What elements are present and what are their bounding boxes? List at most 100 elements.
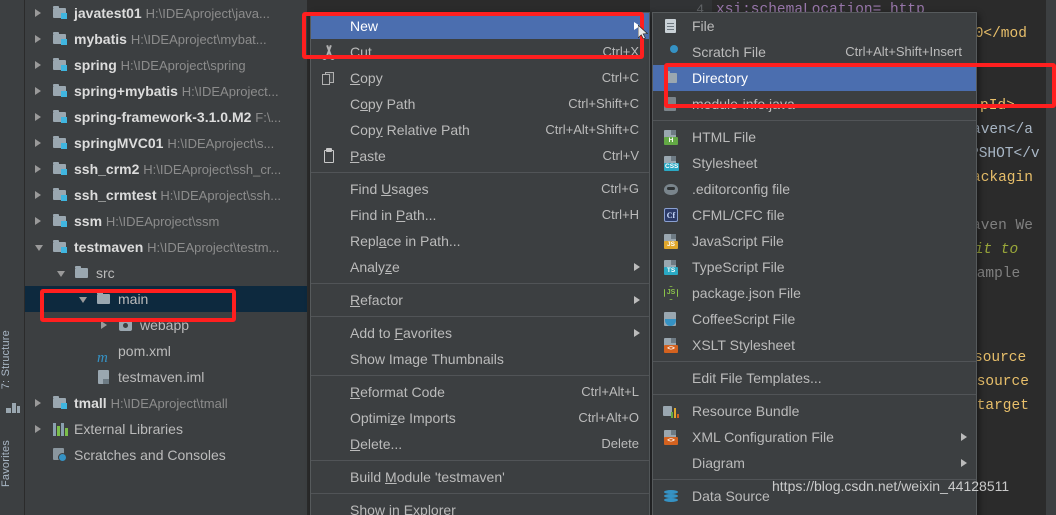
menu-item-copy[interactable]: Copy Ctrl+C <box>311 65 649 91</box>
tree-expand-arrow[interactable] <box>35 9 41 17</box>
submenu-item-cfml-cfc-file[interactable]: Cf CFML/CFC file <box>653 202 976 228</box>
tree-item-spring[interactable]: spring H:\IDEAproject\spring <box>25 52 307 78</box>
tree-expand-arrow[interactable] <box>35 139 41 147</box>
tree-item-ssh-crmtest[interactable]: ssh_crmtest H:\IDEAproject\ssh... <box>25 182 307 208</box>
tree-item-label: Scratches and Consoles <box>74 447 226 463</box>
code-line: pId> <box>980 98 1015 114</box>
submenu-item-xslt-stylesheet[interactable]: <> XSLT Stylesheet <box>653 332 976 358</box>
tree-item-main[interactable]: main <box>25 286 307 312</box>
context-menu[interactable]: New Cut Ctrl+X Copy Ctrl+C Copy Path Ctrl+Shif… <box>310 12 650 515</box>
submenu-item-typescript-file[interactable]: TS TypeScript File <box>653 254 976 280</box>
tree-item-webapp[interactable]: webapp <box>25 312 307 338</box>
tree-expand-arrow[interactable] <box>79 297 87 303</box>
tree-item-src[interactable]: src <box>25 260 307 286</box>
code-line: PSHOT</v <box>970 146 1040 162</box>
project-tool-window[interactable]: javatest01 H:\IDEAproject\java... mybatis… <box>25 0 307 515</box>
submenu-item-directory[interactable]: Directory <box>653 65 976 91</box>
folder-icon <box>97 292 112 306</box>
tree-item-tmall[interactable]: tmall H:\IDEAproject\tmall <box>25 390 307 416</box>
tree-expand-arrow[interactable] <box>35 87 41 95</box>
menu-item-shortcut: Ctrl+X <box>602 44 639 59</box>
menu-item-refactor[interactable]: Refactor <box>311 287 649 313</box>
editor-scrollbar[interactable] <box>1046 0 1056 515</box>
tree-expand-arrow[interactable] <box>35 191 41 199</box>
submenu-item-scratch-file[interactable]: Scratch File Ctrl+Alt+Shift+Insert <box>653 39 976 65</box>
code-line: .source <box>968 374 1029 390</box>
menu-item-reformat-code[interactable]: Reformat Code Ctrl+Alt+L <box>311 379 649 405</box>
tree-expand-arrow[interactable] <box>101 321 107 329</box>
submenu-item-label: Directory <box>692 70 749 86</box>
tree-item-testmaven[interactable]: testmaven H:\IDEAproject\testm... <box>25 234 307 260</box>
menu-item-label: Copy Relative Path <box>350 122 470 138</box>
submenu-item-file[interactable]: File <box>653 13 976 39</box>
menu-item-label: Analyze <box>350 259 400 275</box>
tree-item-scratches-and-consoles[interactable]: Scratches and Consoles <box>25 442 307 468</box>
menu-separator <box>653 361 976 362</box>
menu-item-find-usages[interactable]: Find Usages Ctrl+G <box>311 176 649 202</box>
menu-item-build-module-testmaven[interactable]: Build Module 'testmaven' <box>311 464 649 490</box>
tree-expand-arrow[interactable] <box>35 165 41 173</box>
tree-item-springmvc01[interactable]: springMVC01 H:\IDEAproject\s... <box>25 130 307 156</box>
tree-item-external-libraries[interactable]: External Libraries <box>25 416 307 442</box>
menu-item-delete[interactable]: Delete... Delete <box>311 431 649 457</box>
module-icon <box>53 32 68 46</box>
tool-window-button-favorites[interactable]: Favorites <box>0 440 25 487</box>
menu-item-cut[interactable]: Cut Ctrl+X <box>311 39 649 65</box>
tree-item-label: testmaven.iml <box>118 369 205 385</box>
submenu-item-xml-configuration-file[interactable]: <> XML Configuration File <box>653 424 976 450</box>
tree-item-ssh-crm2[interactable]: ssh_crm2 H:\IDEAproject\ssh_cr... <box>25 156 307 182</box>
tree-expand-arrow[interactable] <box>35 245 43 251</box>
tree-item-label: spring-framework-3.1.0.M2 F:\... <box>74 109 282 125</box>
menu-item-copy-relative-path[interactable]: Copy Relative Path Ctrl+Alt+Shift+C <box>311 117 649 143</box>
submenu-item-diagram[interactable]: Diagram <box>653 450 976 476</box>
cfml-file-icon: Cf <box>663 208 679 223</box>
copy-icon <box>321 71 337 86</box>
menu-item-label: New <box>350 18 379 34</box>
submenu-item-coffeescript-file[interactable]: CoffeeScript File <box>653 306 976 332</box>
xslt-file-icon: <> <box>663 338 679 353</box>
ide-window: 7: Structure Favorites javatest01 H:\IDE… <box>0 0 1056 515</box>
submenu-item-label: CFML/CFC file <box>692 207 785 223</box>
submenu-item-label: Stylesheet <box>692 155 758 171</box>
submenu-item-javascript-file[interactable]: JS JavaScript File <box>653 228 976 254</box>
menu-item-copy-path[interactable]: Copy Path Ctrl+Shift+C <box>311 91 649 117</box>
html-file-icon: H <box>663 130 679 145</box>
tree-item-mybatis[interactable]: mybatis H:\IDEAproject\mybat... <box>25 26 307 52</box>
tree-expand-arrow[interactable] <box>35 113 41 121</box>
tree-expand-arrow[interactable] <box>35 425 41 433</box>
structure-label: 7: Structure <box>0 330 12 390</box>
tree-item-spring-framework-3-1-0-m2[interactable]: spring-framework-3.1.0.M2 F:\... <box>25 104 307 130</box>
menu-item-analyze[interactable]: Analyze <box>311 254 649 280</box>
new-submenu[interactable]: File Scratch File Ctrl+Alt+Shift+Insert Dir… <box>652 12 977 515</box>
tree-expand-arrow[interactable] <box>35 217 41 225</box>
tree-expand-arrow[interactable] <box>35 35 41 43</box>
submenu-item-edit-file-templates[interactable]: Edit File Templates... <box>653 365 976 391</box>
tool-window-button-structure[interactable]: 7: Structure <box>0 330 25 389</box>
menu-item-optimize-imports[interactable]: Optimize Imports Ctrl+Alt+O <box>311 405 649 431</box>
submenu-item-resource-bundle[interactable]: Resource Bundle <box>653 398 976 424</box>
submenu-item-editorconfig-file[interactable]: .editorconfig file <box>653 176 976 202</box>
menu-item-replace-in-path[interactable]: Replace in Path... <box>311 228 649 254</box>
tree-expand-arrow[interactable] <box>57 271 65 277</box>
tree-item-ssm[interactable]: ssm H:\IDEAproject\ssm <box>25 208 307 234</box>
submenu-item-module-info-java[interactable]: module-info.java <box>653 91 976 117</box>
tree-item-testmaven-iml[interactable]: testmaven.iml <box>25 364 307 390</box>
menu-item-find-in-path[interactable]: Find in Path... Ctrl+H <box>311 202 649 228</box>
tree-item-pom-xml[interactable]: m pom.xml <box>25 338 307 366</box>
menu-item-label: Find Usages <box>350 181 429 197</box>
tree-expand-arrow[interactable] <box>35 61 41 69</box>
menu-item-paste[interactable]: Paste Ctrl+V <box>311 143 649 169</box>
tree-item-spring-mybatis[interactable]: spring+mybatis H:\IDEAproject... <box>25 78 307 104</box>
submenu-item-package-json-file[interactable]: JS package.json File <box>653 280 976 306</box>
menu-item-show-image-thumbnails[interactable]: Show Image Thumbnails <box>311 346 649 372</box>
menu-item-label: Show Image Thumbnails <box>350 351 504 367</box>
menu-item-new[interactable]: New <box>311 13 649 39</box>
menu-item-add-to-favorites[interactable]: Add to Favorites <box>311 320 649 346</box>
menu-item-show-in-explorer[interactable]: Show in Explorer <box>311 497 649 515</box>
tree-expand-arrow[interactable] <box>35 399 41 407</box>
css-file-icon: CSS <box>663 156 680 171</box>
submenu-item-html-file[interactable]: H HTML File <box>653 124 976 150</box>
menu-item-label: Copy <box>350 70 383 86</box>
tree-item-javatest01[interactable]: javatest01 H:\IDEAproject\java... <box>25 0 307 26</box>
submenu-item-stylesheet[interactable]: CSS Stylesheet <box>653 150 976 176</box>
